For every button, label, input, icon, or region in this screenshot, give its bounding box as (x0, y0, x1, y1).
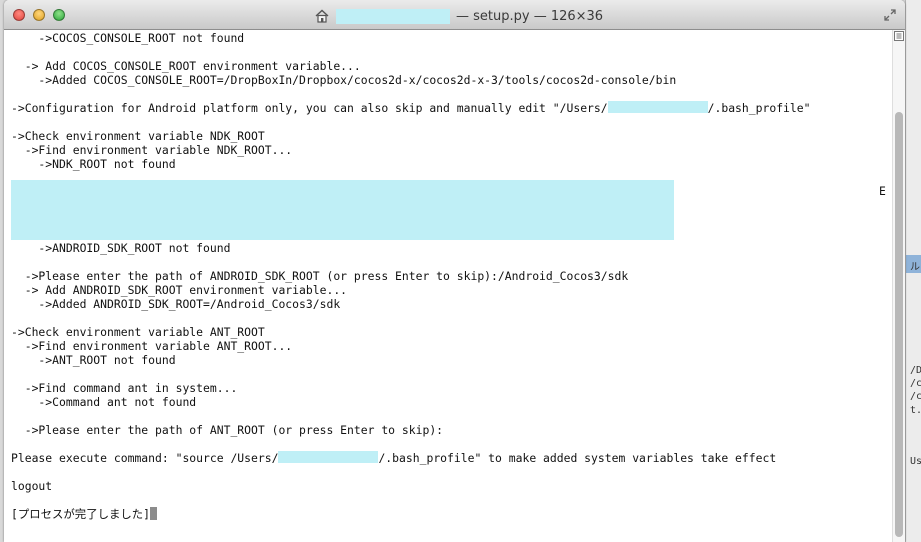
background-text: /D (910, 365, 921, 376)
zoom-button[interactable] (53, 9, 65, 21)
redacted-block (11, 180, 674, 240)
terminal-line: ->ANT_ROOT not found (11, 353, 176, 367)
background-text: /c (910, 391, 921, 402)
terminal-line: -> Add COCOS_CONSOLE_ROOT environment va… (11, 59, 361, 73)
terminal-text: Please execute command: "source /Users/ (11, 451, 279, 465)
terminal-text: /.bash_profile" to make added system var… (378, 451, 777, 465)
background-text: Us (910, 456, 921, 467)
window-title-text: — setup.py — 126×36 (456, 8, 604, 24)
background-text: t. (910, 405, 921, 416)
background-text: /c (910, 378, 921, 389)
terminal-window: — setup.py — 126×36 ->COCOS_CONSOLE_ROOT… (4, 0, 905, 542)
terminal-line: ->NDK_ROOT not found (11, 157, 176, 171)
terminal-line: ->Find command ant in system... (11, 381, 238, 395)
terminal-line: ->Find environment variable NDK_ROOT... (11, 143, 293, 157)
minimize-button[interactable] (33, 9, 45, 21)
terminal-output[interactable]: ->COCOS_CONSOLE_ROOT not found -> Add CO… (4, 30, 892, 542)
fullscreen-arrows-icon[interactable] (883, 8, 897, 22)
background-text: ル (910, 262, 920, 273)
terminal-line: ->Please enter the path of ANT_ROOT (or … (11, 423, 444, 437)
terminal-text: E (879, 184, 886, 198)
redacted-username (278, 451, 379, 463)
terminal-line: ->Check environment variable NDK_ROOT (11, 129, 265, 143)
terminal-text: /.bash_profile" (707, 101, 811, 115)
background-window: ル /D /c /c /D t. Us (905, 0, 921, 542)
terminal-line: ->Please enter the path of ANDROID_SDK_R… (11, 269, 629, 283)
scroll-indicator-icon (894, 31, 904, 41)
window-title: — setup.py — 126×36 (314, 7, 603, 25)
terminal-line: ->Added COCOS_CONSOLE_ROOT=/DropBoxIn/Dr… (11, 73, 677, 87)
terminal-line: [プロセスが完了しました] (11, 507, 158, 521)
terminal-line: ->Check environment variable ANT_ROOT (11, 325, 265, 339)
terminal-line: ->COCOS_CONSOLE_ROOT not found (11, 31, 245, 45)
terminal-line: Please execute command: "source /Users/ /… (11, 451, 776, 465)
terminal-line: ->Command ant not found (11, 395, 197, 409)
redacted-username (336, 8, 450, 24)
vertical-scrollbar[interactable] (892, 30, 905, 542)
home-icon (315, 9, 329, 23)
terminal-line: ->ANDROID_SDK_ROOT not found (11, 241, 231, 255)
terminal-line: logout (11, 479, 53, 493)
terminal-line: ->Find environment variable ANT_ROOT... (11, 339, 293, 353)
terminal-line: ->Configuration for Android platform onl… (11, 101, 811, 115)
redacted-username (607, 101, 708, 113)
terminal-line: ->Added ANDROID_SDK_ROOT=/Android_Cocos3… (11, 297, 341, 311)
title-bar[interactable]: — setup.py — 126×36 (4, 0, 905, 30)
terminal-line: -> Add ANDROID_SDK_ROOT environment vari… (11, 283, 348, 297)
process-complete-text: [プロセスが完了しました] (11, 507, 151, 521)
text-cursor (150, 507, 158, 520)
close-button[interactable] (13, 9, 25, 21)
scrollbar-thumb[interactable] (895, 112, 903, 537)
terminal-text: ->Configuration for Android platform onl… (11, 101, 608, 115)
